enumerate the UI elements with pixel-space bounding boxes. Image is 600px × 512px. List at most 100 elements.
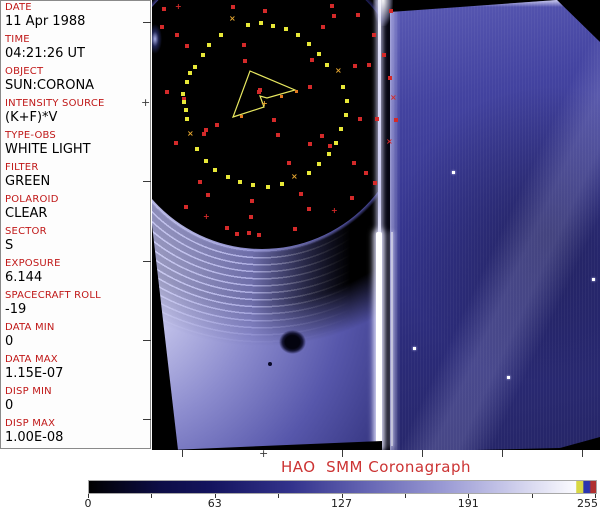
fiducial-yellow-dot — [325, 63, 329, 67]
fiducial-yellow-dot — [317, 162, 321, 166]
fiducial-yellow-dot — [251, 183, 255, 187]
fiducial-yellow-dot — [341, 85, 345, 89]
left-axis-tick — [143, 22, 151, 23]
fiducial-red-dot — [356, 13, 360, 17]
fiducial-red-dot — [308, 142, 312, 146]
fiducial-yellow-dot — [185, 80, 189, 84]
fiducial-red-dot — [373, 181, 377, 185]
fiducial-yellow-dot — [327, 152, 331, 156]
fiducial-red-dot — [332, 14, 336, 18]
field-label: DATE — [5, 2, 32, 13]
fiducial-red-dot — [350, 196, 354, 200]
fiducial-red-dot — [225, 226, 229, 230]
fiducial-red-dot — [375, 117, 379, 121]
fiducial-red-dot — [206, 193, 210, 197]
field-value: 1.00E-08 — [5, 430, 64, 445]
fiducial-red-dot — [389, 9, 393, 13]
field-value: S — [5, 238, 14, 253]
bottom-axis-tick — [182, 450, 183, 457]
field-value: 1.15E-07 — [5, 366, 64, 381]
field-value: SUN:CORONA — [5, 78, 95, 93]
metadata-field-date: DATE 11 Apr 1988 — [1, 1, 150, 33]
field-label: DISP MAX — [5, 418, 56, 429]
fiducial-yellow-dot — [201, 53, 205, 57]
field-value: 0 — [5, 398, 14, 413]
star-speck — [592, 278, 595, 281]
fiducial-red-dot — [310, 58, 314, 62]
fiducial-yellow-dot — [339, 127, 343, 131]
field-label: OBJECT — [5, 66, 44, 77]
field-value: 6.144 — [5, 270, 43, 285]
fiducial-yellow-dot — [207, 43, 211, 47]
metadata-field-type-obs: TYPE-OBS WHITE LIGHT — [1, 129, 150, 161]
field-label: DATA MAX — [5, 354, 58, 365]
fiducial-yellow-dot — [271, 24, 275, 28]
field-label: POLAROID — [5, 194, 59, 205]
fiducial-red-dot — [198, 180, 202, 184]
fiducial-red-dot — [388, 76, 392, 80]
fiducial-orange-dot — [295, 90, 298, 93]
fiducial-red-dot — [372, 33, 376, 37]
field-value: 04:21:26 UT — [5, 46, 85, 61]
fiducial-red-dot — [165, 90, 169, 94]
metadata-field-exposure: EXPOSURE 6.144 — [1, 257, 150, 289]
fiducial-red-dot — [358, 117, 362, 121]
fiducial-yellow-dot — [284, 27, 288, 31]
field-value: GREEN — [5, 174, 51, 189]
field-label: DATA MIN — [5, 322, 55, 333]
left-axis-tick — [143, 419, 151, 420]
colorbar-label: 0 — [84, 497, 92, 510]
fiducial-red-dot — [242, 43, 246, 47]
fiducial-red-plus: + — [175, 2, 182, 11]
sun-center-plus: + — [261, 99, 268, 108]
fiducial-yellow-x: × — [187, 129, 194, 138]
fiducial-marks-layer: × × × × × × + + + + — [152, 0, 600, 450]
field-label: FILTER — [5, 162, 39, 173]
fiducial-red-plus: + — [203, 212, 210, 221]
fiducial-red-dot — [320, 134, 324, 138]
bottom-axis-tick — [502, 450, 503, 457]
field-value: WHITE LIGHT — [5, 142, 91, 157]
fiducial-yellow-dot — [195, 147, 199, 151]
fiducial-yellow-dot — [238, 180, 242, 184]
fiducial-red-dot — [382, 53, 386, 57]
fiducial-yellow-dot — [246, 23, 250, 27]
fiducial-red-dot — [257, 90, 261, 94]
fiducial-red-dot — [367, 63, 371, 67]
fiducial-yellow-dot — [213, 168, 217, 172]
field-label: SPACECRAFT ROLL — [5, 290, 101, 301]
field-value: 0 — [5, 334, 14, 349]
field-label: EXPOSURE — [5, 258, 61, 269]
fiducial-red-dot — [308, 85, 312, 89]
fiducial-yellow-x: × — [291, 172, 298, 181]
fiducial-red-dot — [287, 161, 291, 165]
fiducial-red-dot — [184, 205, 188, 209]
metadata-field-sector: SECTOR S — [1, 225, 150, 257]
field-value: 11 Apr 1988 — [5, 14, 86, 29]
fiducial-yellow-dot — [204, 159, 208, 163]
fiducial-yellow-x: × — [335, 66, 342, 75]
metadata-field-object: OBJECT SUN:CORONA — [1, 65, 150, 97]
fiducial-red-dot — [330, 4, 334, 8]
left-axis-tick — [143, 261, 151, 262]
fiducial-yellow-dot — [296, 33, 300, 37]
fiducial-orange-dot — [240, 115, 243, 118]
fiducial-red-dot — [175, 33, 179, 37]
fiducial-red-dot — [257, 233, 261, 237]
field-label: DISP MIN — [5, 386, 52, 397]
field-value: (K+F)*V — [5, 110, 58, 125]
fiducial-yellow-dot — [182, 100, 186, 104]
colorbar-label: 191 — [457, 497, 479, 510]
field-label: SECTOR — [5, 226, 47, 237]
fiducial-red-dot — [202, 132, 206, 136]
left-axis-tick — [143, 340, 151, 341]
smm-coronagraph-viewer: DATE 11 Apr 1988 TIME 04:21:26 UT OBJECT S… — [0, 0, 600, 512]
star-speck — [507, 376, 510, 379]
field-label: INTENSITY SOURCE — [5, 98, 105, 109]
colorbar-label: 255 — [577, 497, 598, 510]
metadata-field-time: TIME 04:21:26 UT — [1, 33, 150, 65]
fiducial-red-dot — [162, 7, 166, 11]
colorbar-label: 127 — [331, 497, 352, 510]
fiducial-orange-dot — [280, 95, 283, 98]
intensity-colorbar — [88, 480, 597, 494]
